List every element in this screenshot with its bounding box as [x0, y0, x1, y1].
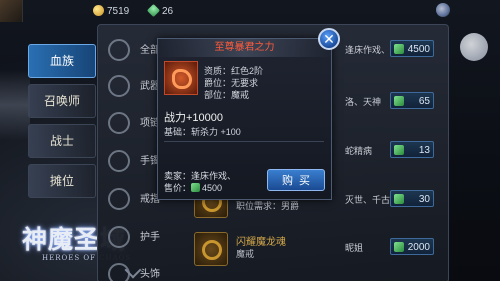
category-gauntlet[interactable]: 护手 [100, 221, 160, 249]
category-all[interactable]: 全部 [100, 34, 160, 62]
gem-icon [394, 242, 404, 252]
category-weapon[interactable]: 武器 [100, 70, 160, 98]
gem-icon [191, 183, 201, 192]
ring-icon [108, 188, 130, 210]
gem-counter: 26 [146, 3, 174, 18]
seller-label: 卖家：逢床作戏、 [164, 171, 237, 181]
seller-name: 蛇精病 [345, 146, 373, 156]
price-line: 售价： 4500 [164, 183, 223, 193]
category-bracelet[interactable]: 手镯 [100, 145, 160, 173]
gem-icon [394, 194, 404, 204]
seller-name: 昵姐 [345, 243, 364, 253]
seller-name: 洛、天神 [345, 97, 382, 107]
gem-icon [146, 3, 161, 18]
character-art [0, 70, 30, 140]
nav-tab-summoner[interactable]: 召唤师 [28, 84, 96, 118]
side-nav: 血族 召唤师 战士 摊位 [28, 44, 96, 204]
buy-button[interactable]: 购买 [267, 169, 325, 191]
item-slot: 魔戒 [236, 249, 255, 259]
ring-icon [202, 240, 222, 260]
close-button[interactable]: ✕ [318, 28, 340, 50]
item-thumbnail [194, 232, 228, 266]
gem-icon [394, 96, 404, 106]
category-necklace[interactable]: 项链 [100, 107, 160, 135]
nav-tab-warrior[interactable]: 战士 [28, 124, 96, 158]
item-detail-popup: 至尊暴君之力 资质：红色2阶 爵位：无要求 部位：魔戒 战力+10000 基础：… [157, 38, 332, 200]
item-name: 闪耀魔龙魂 [236, 237, 286, 248]
divider [164, 141, 324, 142]
ring-icon [108, 39, 130, 61]
price-tag: 13 [390, 141, 434, 158]
dragon-ring-icon [172, 69, 192, 89]
top-bar: 7519 26 [0, 0, 500, 22]
bracelet-icon [108, 150, 130, 172]
gem-icon [394, 145, 404, 155]
coin-icon [93, 5, 104, 16]
coin-counter: 7519 [93, 5, 129, 18]
list-item[interactable]: 闪耀魔龙魂 魔戒 昵姐 2000 [190, 230, 445, 266]
nav-tab-stall[interactable]: 摊位 [28, 164, 96, 198]
close-icon: ✕ [323, 31, 335, 47]
seller-info: 卖家：逢床作戏、 售价： 4500 [164, 170, 236, 194]
gem-value: 26 [162, 6, 174, 17]
necklace-icon [108, 112, 130, 134]
base-stat: 基础：斩杀力 +100 [164, 127, 241, 137]
popup-title: 至尊暴君之力 [158, 39, 331, 57]
coin-value: 7519 [107, 6, 130, 17]
game-scene: 7519 26 血族 召唤师 战士 摊位 神魔圣域 HEROES OF CHAO… [0, 0, 500, 281]
gem-icon [394, 44, 404, 54]
gauntlet-icon [108, 226, 130, 248]
combat-power: 战力+10000 [164, 112, 224, 124]
item-icon [164, 61, 198, 95]
nav-tab-vampire[interactable]: 血族 [28, 44, 96, 78]
item-slot: 部位：魔戒 [204, 90, 250, 100]
price-tag: 4500 [390, 40, 434, 57]
seller-name: 灭世、千古 [345, 195, 391, 205]
category-ring[interactable]: 戒指 [100, 183, 160, 211]
price-tag: 30 [390, 190, 434, 207]
price-tag: 65 [390, 92, 434, 109]
item-requirement: 职位需求：男爵 [236, 201, 300, 211]
player-avatar[interactable] [0, 0, 23, 22]
sword-icon [108, 75, 130, 97]
seller-name: 逢床作戏、 [345, 45, 391, 55]
status-light-icon [436, 3, 450, 17]
price-tag: 2000 [390, 238, 434, 255]
joystick-button[interactable] [460, 33, 488, 61]
